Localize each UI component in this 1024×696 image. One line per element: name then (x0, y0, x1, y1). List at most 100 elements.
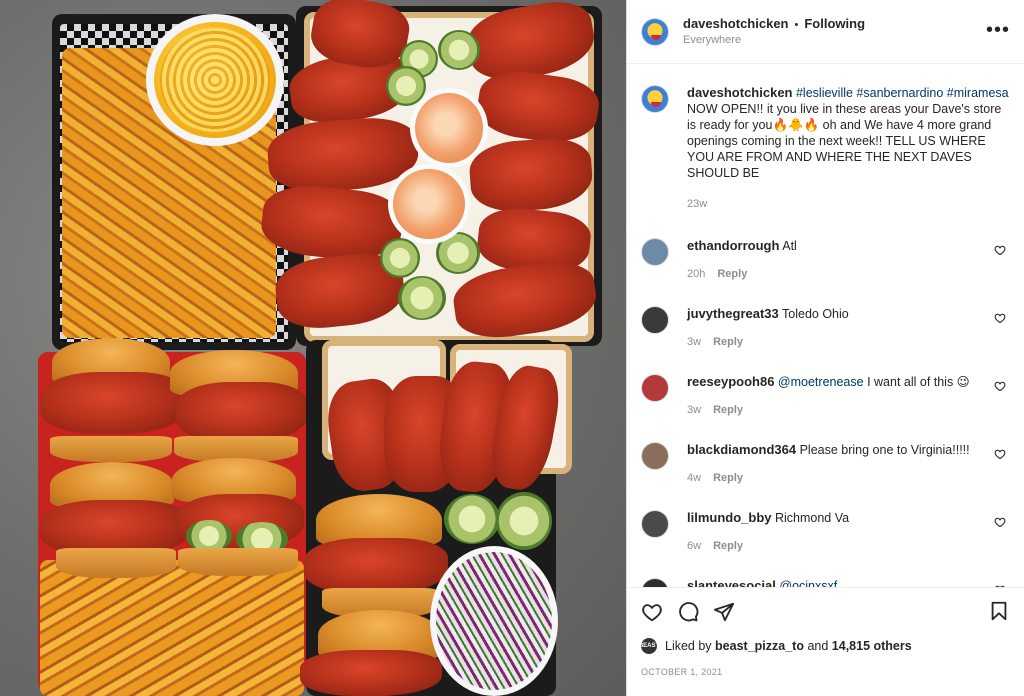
post-actions: BEAST Liked by beast_pizza_to and 14,815… (627, 587, 1024, 677)
heart-icon[interactable] (641, 601, 663, 623)
comment-line: blackdiamond364 Please bring one to Virg… (687, 442, 987, 458)
comment-body: slanteyesocial @ocinxsxf 6wReply (687, 578, 987, 587)
pickle-slice (398, 276, 446, 320)
likes-prefix: Liked by (665, 639, 712, 653)
comment-avatar[interactable] (641, 306, 669, 334)
comment-time: 6w (687, 540, 702, 552)
liker-avatar[interactable]: BEAST (639, 638, 659, 654)
caption-hashtags[interactable]: #leslieville #sanbernardino #miramesa (796, 86, 1009, 100)
comment-body: lilmundo_bby Richmond Va 6w Reply (687, 510, 987, 552)
comment-avatar[interactable] (641, 238, 669, 266)
post-header: daveshotchicken • Following Everywhere ••• (627, 0, 1024, 64)
comment-item: slanteyesocial @ocinxsxf 6wReply (641, 578, 1010, 587)
caption-username[interactable]: daveshotchicken (687, 85, 793, 100)
dipping-sauce-cup (388, 164, 470, 244)
comment-time: 3w (687, 336, 702, 348)
comment-avatar[interactable] (641, 442, 669, 470)
bookmark-icon[interactable] (988, 600, 1010, 622)
reply-button[interactable]: Reply (713, 472, 743, 484)
comment-mention[interactable]: @moetrenease (778, 375, 864, 389)
comment-text: Please bring one to Virginia!!!!! (799, 443, 970, 457)
comment-text: Atl (782, 239, 797, 253)
caption-body: daveshotchicken #leslieville #sanbernard… (687, 85, 1010, 212)
slider-chicken (176, 382, 308, 442)
post-sidebar: daveshotchicken • Following Everywhere •••… (626, 0, 1024, 696)
comment-avatar[interactable] (641, 374, 669, 402)
comment-icon[interactable] (677, 601, 699, 623)
pickle-slice (380, 238, 420, 278)
comment-item: juvythegreat33 Toledo Ohio 3w Reply (641, 306, 1010, 348)
following-button[interactable]: Following (804, 16, 865, 31)
pickle-slice (444, 494, 500, 544)
caption-time: 23w (687, 198, 708, 210)
coleslaw-bowl (430, 546, 558, 696)
comment-meta: 4w Reply (687, 472, 987, 484)
caption-text: NOW OPEN!! it you live in these areas yo… (687, 102, 1002, 180)
more-options-icon[interactable]: ••• (986, 20, 1010, 40)
comment-avatar[interactable] (641, 510, 669, 538)
profile-avatar[interactable] (641, 17, 669, 46)
comment-line: slanteyesocial @ocinxsxf (687, 578, 987, 587)
pickle-slice (438, 30, 480, 70)
comment-line: ethandorrough Atl (687, 238, 987, 254)
comment-time: 4w (687, 472, 702, 484)
comment-body: reeseypooh86 @moetrenease I want all of … (687, 374, 987, 416)
mac-and-cheese (154, 22, 276, 138)
instagram-post-view: daveshotchicken • Following Everywhere •••… (0, 0, 1024, 696)
reply-button[interactable]: Reply (713, 336, 743, 348)
share-icon[interactable] (713, 601, 735, 623)
comment-line: lilmundo_bby Richmond Va (687, 510, 987, 526)
comment-username[interactable]: reeseypooh86 (687, 374, 774, 389)
slider-chicken (40, 372, 188, 434)
comment-meta: 3w Reply (687, 336, 987, 348)
comment-avatar[interactable] (641, 578, 669, 587)
slider-chicken (300, 650, 442, 696)
comment-like-heart-icon[interactable] (994, 448, 1006, 460)
likes-and: and (807, 639, 829, 653)
slider-bun (178, 548, 298, 576)
comment-username[interactable]: ethandorrough (687, 238, 779, 253)
post-caption: daveshotchicken #leslieville #sanbernard… (641, 85, 1010, 212)
comment-like-heart-icon[interactable] (994, 312, 1006, 324)
comment-text: Toledo Ohio (782, 307, 849, 321)
action-icons (641, 600, 1010, 624)
liker-username[interactable]: beast_pizza_to (715, 639, 804, 653)
comment-item: ethandorrough Atl 20h Reply (641, 238, 1010, 280)
username-link[interactable]: daveshotchicken (683, 16, 789, 31)
comment-like-heart-icon[interactable] (994, 516, 1006, 528)
comment-username[interactable]: slanteyesocial (687, 578, 776, 587)
dipping-sauce-cup (410, 88, 488, 168)
comment-body: ethandorrough Atl 20h Reply (687, 238, 987, 280)
slider-bun (56, 548, 176, 578)
comment-username[interactable]: juvythegreat33 (687, 306, 779, 321)
comment-like-heart-icon[interactable] (994, 244, 1006, 256)
post-photo[interactable] (0, 0, 626, 696)
comment-line: reeseypooh86 @moetrenease I want all of … (687, 374, 987, 390)
likes-count[interactable]: 14,815 others (832, 639, 912, 653)
location-link[interactable]: Everywhere (683, 33, 865, 48)
comment-body: juvythegreat33 Toledo Ohio 3w Reply (687, 306, 987, 348)
comment-item: reeseypooh86 @moetrenease I want all of … (641, 374, 1010, 416)
comment-text: Richmond Va (774, 511, 850, 525)
comment-username[interactable]: blackdiamond364 (687, 442, 796, 457)
post-date[interactable]: OCTOBER 1, 2021 (641, 667, 1010, 677)
comment-username[interactable]: lilmundo_bby (687, 510, 772, 525)
reply-button[interactable]: Reply (713, 404, 743, 416)
slider-chicken (304, 538, 448, 594)
waffle-fries (40, 560, 304, 696)
comment-like-heart-icon[interactable] (994, 380, 1006, 392)
comment-mention[interactable]: @ocinxsxf (779, 579, 837, 587)
comments-section[interactable]: daveshotchicken #leslieville #sanbernard… (627, 65, 1024, 587)
comment-item: lilmundo_bby Richmond Va 6w Reply (641, 510, 1010, 552)
reply-button[interactable]: Reply (713, 540, 743, 552)
comment-time: 3w (687, 404, 702, 416)
comment-text: I want all of this 😉 (867, 375, 970, 389)
slider-bun (50, 436, 172, 462)
comment-line: juvythegreat33 Toledo Ohio (687, 306, 987, 322)
comment-meta: 3w Reply (687, 404, 987, 416)
comment-meta: 6w Reply (687, 540, 987, 552)
separator-dot: • (794, 19, 799, 32)
caption-avatar[interactable] (641, 85, 669, 113)
comment-body: blackdiamond364 Please bring one to Virg… (687, 442, 987, 484)
reply-button[interactable]: Reply (717, 268, 747, 280)
